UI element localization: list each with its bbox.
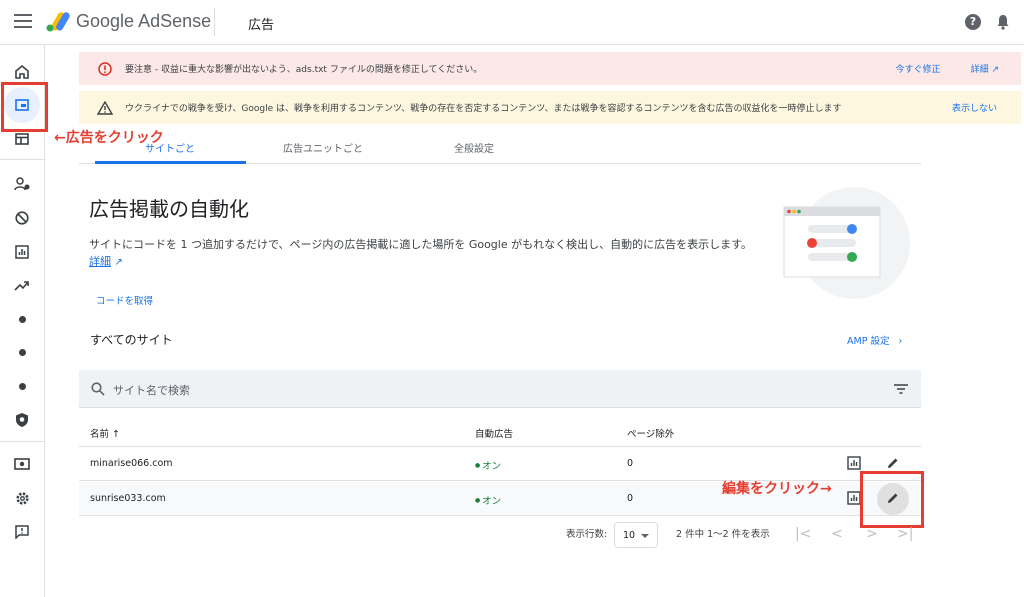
rows-per-page-select[interactable]: 10: [614, 522, 658, 548]
tab-bar: サイトごと 広告ユニットごと 全般設定: [79, 131, 921, 164]
notification-bell-icon[interactable]: [996, 14, 1010, 30]
external-link-icon: ↗: [991, 65, 999, 75]
ads-txt-error-banner: 要注意 - 収益に重大な影響が出ないよう、ads.txt ファイルの問題を修正し…: [79, 52, 1021, 85]
nav-bullet-icon[interactable]: [12, 309, 32, 329]
filter-icon[interactable]: [894, 384, 908, 394]
nav-bullet-icon[interactable]: [12, 342, 32, 362]
auto-ads-status: オン: [475, 458, 501, 472]
last-page-icon[interactable]: >|: [897, 526, 913, 542]
site-report-icon[interactable]: [847, 491, 861, 505]
feedback-icon[interactable]: [12, 522, 32, 542]
warning-banner-text: ウクライナでの戦争を受け、Google は、戦争を利用するコンテンツ、戦争の存在…: [125, 104, 842, 114]
reports-icon[interactable]: [12, 242, 32, 262]
column-header-page-exclusions: ページ除外: [627, 429, 675, 440]
next-page-icon[interactable]: >: [866, 526, 878, 542]
account-user-icon[interactable]: [12, 174, 32, 194]
sites-table-header: 名前 ↑ 自動広告 ページ除外: [79, 415, 921, 447]
ads-nav-highlight-box: [1, 82, 48, 132]
tab-by-site[interactable]: サイトごと: [145, 140, 195, 155]
rows-per-page-label: 表示行数:: [566, 529, 608, 540]
ad-units-icon[interactable]: [12, 129, 32, 149]
adsense-logo: [46, 12, 70, 32]
dropdown-arrow-icon: [641, 534, 649, 538]
search-icon: [91, 382, 105, 396]
dismiss-link[interactable]: 表示しない: [952, 101, 997, 114]
ukraine-warning-banner: ウクライナでの戦争を受け、Google は、戦争を利用するコンテンツ、戦争の存在…: [79, 91, 1021, 124]
rail-divider: [0, 159, 44, 160]
search-input[interactable]: サイト名で検索: [113, 382, 190, 398]
privacy-shield-icon[interactable]: [12, 410, 32, 430]
settings-gear-icon[interactable]: [12, 488, 32, 508]
rail-divider: [0, 441, 44, 442]
block-controls-icon[interactable]: [12, 208, 32, 228]
brand-name: Google AdSense: [76, 11, 212, 31]
site-name: sunrise033.com: [90, 493, 166, 504]
all-sites-heading: すべてのサイト: [90, 333, 173, 347]
payments-icon[interactable]: [12, 454, 32, 474]
active-tab-indicator: [95, 161, 246, 164]
home-icon[interactable]: [12, 62, 32, 82]
amp-settings-link[interactable]: AMP 設定 ›: [847, 333, 902, 347]
tab-general-settings[interactable]: 全般設定: [454, 140, 494, 155]
auto-ads-illustration: [783, 187, 910, 299]
site-report-icon[interactable]: [847, 456, 861, 470]
page-title: 広告: [248, 18, 275, 33]
auto-ads-status: オン: [475, 493, 501, 507]
help-icon[interactable]: ?: [965, 14, 981, 30]
table-row[interactable]: minarise066.com オン 0: [79, 447, 921, 481]
edit-click-annotation: 編集をクリック→: [722, 481, 832, 497]
external-link-icon: ↗: [114, 257, 123, 268]
edit-highlight-box: [860, 471, 924, 528]
first-page-icon[interactable]: |<: [795, 526, 811, 542]
chevron-right-icon: ›: [898, 336, 903, 347]
pagination-range: 2 件中 1〜2 件を表示: [676, 529, 770, 540]
tab-by-ad-unit[interactable]: 広告ユニットごと: [283, 140, 363, 155]
warning-icon: [97, 100, 113, 116]
error-details-link[interactable]: 詳細 ↗: [971, 62, 999, 75]
optimization-trend-icon[interactable]: [12, 276, 32, 296]
site-search-bar[interactable]: サイト名で検索: [79, 370, 921, 408]
column-header-auto-ads: 自動広告: [475, 429, 514, 440]
error-icon: [97, 61, 113, 77]
error-banner-text: 要注意 - 収益に重大な影響が出ないよう、ads.txt ファイルの問題を修正し…: [125, 65, 483, 75]
get-code-link[interactable]: コードを取得: [96, 293, 153, 307]
details-link[interactable]: 詳細: [89, 255, 111, 268]
hamburger-menu-icon[interactable]: [14, 14, 32, 28]
top-app-bar: Google AdSense 広告 ?: [0, 0, 1024, 45]
fix-now-link[interactable]: 今すぐ修正: [896, 62, 941, 75]
nav-bullet-icon[interactable]: [12, 376, 32, 396]
page-exclusion-count: 0: [627, 493, 634, 504]
edit-pencil-icon[interactable]: [886, 456, 900, 470]
auto-ads-description: サイトにコードを 1 つ追加するだけで、ページ内の広告掲載に適した場所を Goo…: [89, 238, 753, 268]
auto-ads-title: 広告掲載の自動化: [89, 197, 249, 221]
header-divider: [214, 8, 215, 36]
page-exclusion-count: 0: [627, 458, 634, 469]
column-header-name[interactable]: 名前 ↑: [90, 426, 120, 440]
previous-page-icon[interactable]: <: [831, 526, 843, 542]
site-name: minarise066.com: [90, 458, 173, 469]
